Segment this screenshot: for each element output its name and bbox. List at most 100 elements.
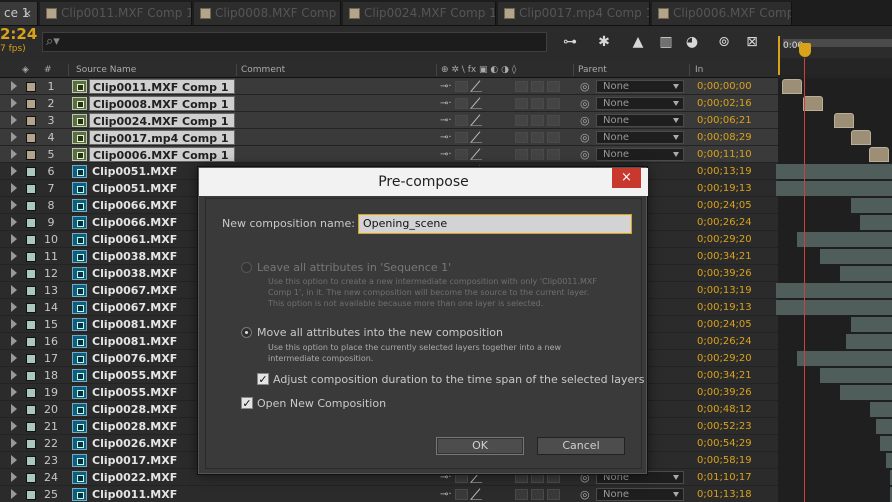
layer-switch[interactable] bbox=[515, 81, 528, 92]
layer-label-color[interactable] bbox=[26, 456, 36, 466]
playhead-handle[interactable] bbox=[799, 43, 811, 57]
comp-tab[interactable]: Clip0017.mp4 Comp 1 bbox=[498, 2, 650, 25]
layer-name[interactable]: Clip0067.MXF bbox=[89, 300, 177, 315]
layer-switch[interactable] bbox=[515, 489, 528, 500]
layer-name[interactable]: Clip0011.MXF bbox=[89, 487, 177, 502]
in-point[interactable]: 0;00;34;21 bbox=[697, 367, 752, 384]
quality-switch-icon[interactable] bbox=[470, 115, 482, 126]
expand-triangle-icon[interactable] bbox=[11, 81, 17, 91]
layer-label-color[interactable] bbox=[26, 116, 36, 126]
in-point[interactable]: 0;00;39;26 bbox=[697, 384, 752, 401]
layer-bar[interactable] bbox=[776, 300, 892, 315]
layer-label-color[interactable] bbox=[26, 252, 36, 262]
cancel-button[interactable]: Cancel bbox=[537, 437, 625, 455]
layer-bar[interactable] bbox=[886, 453, 892, 468]
parent-dropdown[interactable]: None bbox=[596, 148, 684, 161]
layer-name[interactable]: Clip0051.MXF bbox=[89, 164, 177, 179]
layer-switch[interactable] bbox=[531, 115, 544, 126]
layer-switch[interactable] bbox=[547, 489, 560, 500]
layer-name[interactable]: Clip0066.MXF bbox=[89, 198, 177, 213]
layer-row[interactable]: 5 Clip0006.MXF Comp 1 ⊸· ◎ None 0;00;11;10 bbox=[0, 146, 778, 163]
layer-name[interactable]: Clip0022.MXF bbox=[89, 470, 177, 485]
layer-switch[interactable] bbox=[515, 115, 528, 126]
layer-name[interactable]: Clip0017.MXF bbox=[89, 453, 177, 468]
layer-name[interactable]: Clip0017.mp4 Comp 1 bbox=[89, 130, 235, 145]
layer-name[interactable]: Clip0067.MXF bbox=[89, 283, 177, 298]
shy-switch-icon[interactable]: ⊸· bbox=[440, 486, 452, 502]
move-attributes-radio[interactable] bbox=[241, 327, 252, 338]
layer-bar[interactable] bbox=[846, 334, 892, 349]
in-point[interactable]: 0;00;26;24 bbox=[697, 333, 752, 350]
in-point[interactable]: 0;00;24;05 bbox=[697, 316, 752, 333]
layer-bar[interactable] bbox=[803, 96, 823, 111]
layer-bar[interactable] bbox=[870, 402, 892, 417]
column-source-name[interactable]: Source Name bbox=[76, 62, 136, 78]
column-parent[interactable]: Parent bbox=[578, 62, 607, 78]
collapse-switch[interactable] bbox=[455, 98, 468, 109]
leave-attributes-radio[interactable] bbox=[241, 262, 252, 273]
layer-bar[interactable] bbox=[834, 113, 854, 128]
layer-name[interactable]: Clip0055.MXF bbox=[89, 368, 177, 383]
draft-3d-icon[interactable]: ✱ bbox=[592, 30, 616, 54]
expand-triangle-icon[interactable] bbox=[11, 489, 17, 499]
in-point[interactable]: 0;00;13;19 bbox=[697, 282, 752, 299]
layer-label-color[interactable] bbox=[26, 422, 36, 432]
current-time[interactable]: 2:24 bbox=[0, 26, 37, 42]
expand-triangle-icon[interactable] bbox=[11, 285, 17, 295]
in-point[interactable]: 0;00;39;26 bbox=[697, 265, 752, 282]
layer-switch[interactable] bbox=[531, 489, 544, 500]
frame-blending-icon[interactable]: ▥ bbox=[654, 30, 678, 54]
layer-label-color[interactable] bbox=[26, 303, 36, 313]
in-point[interactable]: 0;01;13;18 bbox=[697, 486, 752, 502]
in-point[interactable]: 0;00;13;19 bbox=[697, 163, 752, 180]
layer-label-color[interactable] bbox=[26, 320, 36, 330]
layer-name[interactable]: Clip0028.MXF bbox=[89, 419, 177, 434]
layer-bar[interactable] bbox=[869, 147, 889, 162]
layer-bar[interactable] bbox=[776, 283, 892, 298]
shy-switch-icon[interactable]: ⊸· bbox=[440, 129, 452, 146]
column-switches[interactable]: ⊕ ✲ \ fx ▣ ◐ ◑ ◊ bbox=[441, 62, 516, 78]
in-point[interactable]: 0;00;29;20 bbox=[697, 350, 752, 367]
collapse-switch[interactable] bbox=[455, 132, 468, 143]
layer-name[interactable]: Clip0076.MXF bbox=[89, 351, 177, 366]
comp-tab[interactable]: Clip0008.MXF Comp 1 bbox=[194, 2, 341, 25]
in-point[interactable]: 0;00;11;10 bbox=[697, 146, 752, 163]
layer-bar[interactable] bbox=[782, 79, 802, 94]
expand-triangle-icon[interactable] bbox=[11, 421, 17, 431]
in-point[interactable]: 0;00;24;05 bbox=[697, 197, 752, 214]
layer-bar[interactable] bbox=[851, 130, 871, 145]
layer-switch[interactable] bbox=[531, 98, 544, 109]
layer-bar[interactable] bbox=[851, 198, 892, 213]
layer-name[interactable]: Clip0061.MXF bbox=[89, 232, 177, 247]
parent-dropdown[interactable]: None bbox=[596, 488, 684, 501]
open-new-comp-checkbox[interactable]: ✓ bbox=[241, 397, 253, 409]
in-point[interactable]: 0;00;26;24 bbox=[697, 214, 752, 231]
shy-switch-icon[interactable]: ⊸· bbox=[440, 95, 452, 112]
expand-triangle-icon[interactable] bbox=[11, 472, 17, 482]
timeline-navigator[interactable] bbox=[778, 58, 892, 75]
pickwhip-icon[interactable]: ◎ bbox=[580, 112, 590, 129]
layer-row[interactable]: 25 Clip0011.MXF ⊸· ◎ None 0;01;13;18 bbox=[0, 486, 778, 502]
layer-name[interactable]: Clip0066.MXF bbox=[89, 215, 177, 230]
layer-label-color[interactable] bbox=[26, 201, 36, 211]
in-point[interactable]: 0;00;08;29 bbox=[697, 129, 752, 146]
layer-row[interactable]: 1 Clip0011.MXF Comp 1 ⊸· ◎ None 0;00;00;00 bbox=[0, 78, 778, 95]
layer-label-color[interactable] bbox=[26, 354, 36, 364]
layer-label-color[interactable] bbox=[26, 269, 36, 279]
layer-switch[interactable] bbox=[515, 149, 528, 160]
layer-bar[interactable] bbox=[840, 385, 892, 400]
graph-editor-icon[interactable]: ⊚ bbox=[712, 30, 736, 54]
pickwhip-icon[interactable]: ◎ bbox=[580, 95, 590, 112]
layer-bar[interactable] bbox=[776, 164, 892, 179]
layer-label-color[interactable] bbox=[26, 133, 36, 143]
expand-triangle-icon[interactable] bbox=[11, 98, 17, 108]
composition-mini-flowchart-icon[interactable]: ⊶ bbox=[558, 30, 582, 54]
hide-shy-layers-icon[interactable]: ▲ bbox=[626, 30, 650, 54]
pickwhip-icon[interactable]: ◎ bbox=[580, 129, 590, 146]
expand-triangle-icon[interactable] bbox=[11, 132, 17, 142]
layer-label-color[interactable] bbox=[26, 150, 36, 160]
layer-name[interactable]: Clip0028.MXF bbox=[89, 402, 177, 417]
layer-bar[interactable] bbox=[840, 266, 892, 281]
layer-bar[interactable] bbox=[880, 436, 892, 451]
parent-dropdown[interactable]: None bbox=[596, 131, 684, 144]
